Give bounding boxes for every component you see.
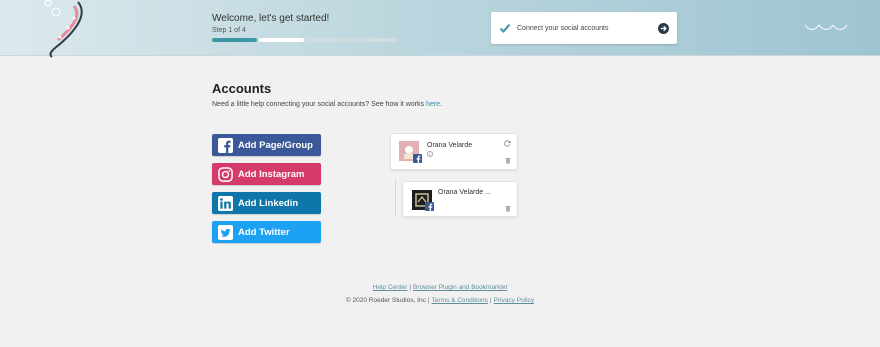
account-name: Orana Velarde [427, 142, 473, 149]
privacy-link[interactable]: Privacy Policy [494, 297, 534, 304]
linkedin-icon [218, 195, 233, 211]
progress-segment [212, 38, 257, 42]
add-instagram-label: Add Instagram [238, 168, 305, 180]
account-card[interactable]: Orana Velarde ... [402, 181, 518, 217]
account-connector-line [395, 180, 396, 217]
add-instagram-button[interactable]: Add Instagram [212, 163, 321, 185]
add-twitter-button[interactable]: Add Twitter [212, 221, 321, 243]
add-linkedin-button[interactable]: Add Linkedin [212, 192, 321, 214]
instagram-icon [218, 166, 233, 182]
connect-task-card[interactable]: Connect your social accounts [491, 12, 677, 44]
add-twitter-label: Add Twitter [238, 226, 290, 238]
checkmark-icon [499, 23, 511, 33]
add-linkedin-label: Add Linkedin [238, 197, 299, 209]
facebook-icon [218, 137, 233, 153]
help-link[interactable]: here [426, 101, 440, 108]
refresh-icon[interactable] [504, 140, 511, 147]
facebook-badge-icon [413, 154, 422, 163]
info-icon[interactable] [427, 151, 433, 157]
footer-divider: | [427, 297, 430, 304]
twitter-icon [218, 224, 233, 240]
footer-divider: | [409, 284, 412, 291]
trash-icon[interactable] [505, 205, 511, 212]
arrow-right-circle-icon[interactable] [658, 22, 669, 34]
add-facebook-label: Add Page/Group [238, 139, 313, 151]
footer-links: Help Center | Browser Plugin and Bookmarkl… [0, 284, 880, 291]
account-card[interactable]: Orana Velarde [390, 133, 518, 170]
page-title: Accounts [212, 81, 272, 96]
progress-segment [306, 38, 351, 42]
onboarding-banner: Welcome, let's get started! Step 1 of 4 … [0, 0, 880, 58]
progress-bar [212, 38, 398, 42]
trash-icon[interactable] [505, 157, 511, 164]
plugin-link[interactable]: Browser Plugin and Bookmarklet [413, 284, 507, 291]
account-name: Orana Velarde ... [438, 189, 491, 196]
octopus-tentacle-icon [44, 0, 83, 58]
copyright-text: © 2020 Roeder Studios, Inc [345, 297, 426, 304]
step-indicator: Step 1 of 4 [212, 27, 246, 34]
progress-segment [259, 38, 304, 42]
facebook-badge-icon [425, 202, 434, 211]
help-center-link[interactable]: Help Center [373, 284, 408, 291]
help-text-end: . [440, 101, 442, 108]
footer-legal: © 2020 Roeder Studios, Inc | Terms & Condi… [0, 297, 880, 304]
help-text-body: Need a little help connecting your socia… [212, 101, 425, 108]
terms-link[interactable]: Terms & Conditions [432, 297, 488, 304]
waves-icon [804, 24, 848, 30]
help-text: Need a little help connecting your socia… [212, 101, 442, 108]
footer-divider: | [489, 297, 492, 304]
progress-segment [353, 38, 398, 42]
add-facebook-button[interactable]: Add Page/Group [212, 134, 321, 156]
welcome-heading: Welcome, let's get started! [212, 13, 330, 24]
task-label: Connect your social accounts [517, 24, 609, 32]
